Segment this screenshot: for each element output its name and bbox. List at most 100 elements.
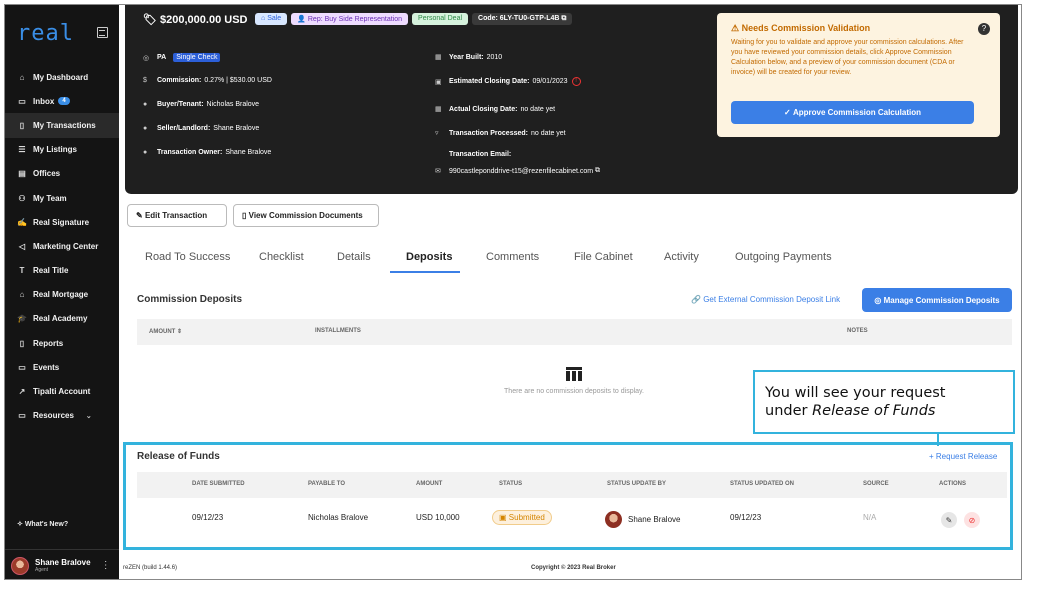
transaction-price: 🏷 $200,000.00 USD: [143, 13, 247, 26]
tab-road-to-success[interactable]: Road To Success: [145, 251, 230, 263]
warning-circle-icon: !: [571, 77, 581, 86]
representation-tag-label: Rep: Buy Side Representation: [307, 16, 403, 23]
transaction-header: 🏷 $200,000.00 USD ⌂ Sale 👤 Rep: Buy Side…: [125, 5, 1018, 194]
email-value[interactable]: 990castleponddrive-t15@rezenfilecabinet.…: [449, 168, 593, 175]
tab-outgoing-payments[interactable]: Outgoing Payments: [735, 251, 832, 263]
transaction-code[interactable]: Code: 6LY-TU0-GTP-L4B ⧉: [472, 13, 573, 25]
cancel-release-button[interactable]: ⊘: [964, 512, 980, 528]
help-icon[interactable]: ?: [978, 23, 990, 35]
est-closing-row: ▣ Estimated Closing Date: 09/01/2023!: [435, 77, 581, 86]
tab-file-cabinet[interactable]: File Cabinet: [574, 251, 633, 263]
sidebar-item-resources[interactable]: ▭ Resources ⌄: [5, 404, 119, 428]
status-label: Submitted: [508, 513, 545, 522]
sort-icon[interactable]: ⇕: [177, 329, 182, 335]
sidebar-item-label: My Dashboard: [33, 72, 89, 82]
sidebar: real ⌂ My Dashboard ▭ Inbox 4 ▯ My Transacti…: [5, 5, 119, 579]
sidebar-item-real-mortgage[interactable]: ⌂ Real Mortgage: [5, 283, 119, 307]
sidebar-item-real-title[interactable]: T Real Title: [5, 259, 119, 283]
processed-label: Transaction Processed:: [449, 129, 528, 137]
validation-title: ⚠ Needs Commission Validation: [731, 23, 871, 33]
offices-icon: ▤: [18, 169, 26, 179]
email-row: ✉ 990castleponddrive-t15@rezenfilecabinet…: [435, 167, 600, 175]
sidebar-item-real-academy[interactable]: 🎓 Real Academy: [5, 307, 119, 331]
reports-icon: ▯: [19, 338, 25, 348]
sidebar-collapse-icon[interactable]: [97, 27, 108, 38]
amount-cell: USD 10,000: [416, 513, 460, 522]
tab-checklist[interactable]: Checklist: [259, 251, 304, 263]
tab-details[interactable]: Details: [337, 251, 371, 263]
sidebar-item-label: Offices: [33, 169, 61, 179]
buyer-row: ● Buyer/Tenant: Nicholas Bralove: [143, 101, 259, 108]
calendar-icon: ▦: [435, 106, 442, 113]
location-icon: ◎: [143, 54, 150, 62]
listings-icon: ☰: [18, 145, 26, 155]
closing-icon: ▣: [435, 78, 442, 86]
edit-transaction-button[interactable]: ✎ Edit Transaction: [127, 204, 227, 227]
approve-button-label: Approve Commission Calculation: [792, 108, 921, 117]
copy-icon[interactable]: ⧉: [561, 15, 566, 22]
sidebar-item-my-team[interactable]: ⚇ My Team: [5, 186, 119, 210]
year-built-label: Year Built:: [449, 53, 484, 61]
avatar: [605, 511, 622, 528]
whats-new-label: What's New?: [24, 521, 69, 528]
seller-label: Seller/Landlord:: [157, 125, 211, 132]
sidebar-item-tipalti-account[interactable]: ↗ Tipalti Account: [5, 379, 119, 403]
active-tab-indicator: [390, 271, 460, 273]
sidebar-item-inbox[interactable]: ▭ Inbox 4: [5, 89, 119, 113]
sidebar-item-events[interactable]: ▭ Events: [5, 355, 119, 379]
validation-title-label: Needs Commission Validation: [741, 23, 871, 33]
transactions-icon: ▯: [19, 120, 25, 130]
whats-new-link[interactable]: ✧ What's New?: [17, 520, 68, 528]
amount-column-header: AMOUNT: [416, 481, 443, 487]
sidebar-item-label: Tipalti Account: [33, 387, 91, 397]
sidebar-item-offices[interactable]: ▤ Offices: [5, 162, 119, 186]
chevron-down-icon: ⌄: [85, 412, 92, 420]
transaction-tabs: Road To Success Checklist Details Deposi…: [119, 245, 1021, 273]
copyright: Copyright © 2023 Real Broker: [531, 565, 616, 571]
seller-value: Shane Bralove: [213, 125, 260, 132]
personal-deal-tag-label: Personal Deal: [418, 15, 463, 22]
payable-to-column-header: PAYABLE TO: [308, 481, 346, 487]
buyer-label: Buyer/Tenant:: [157, 101, 204, 108]
sidebar-item-label: Marketing Center: [33, 241, 99, 251]
edit-release-button[interactable]: ✎: [941, 512, 957, 528]
tab-comments[interactable]: Comments: [486, 251, 539, 263]
manage-commission-deposits-button[interactable]: ◎ Manage Commission Deposits: [862, 288, 1012, 312]
calendar-icon: ▦: [435, 54, 442, 61]
inbox-count-badge: 4: [58, 97, 70, 106]
sidebar-item-label: My Listings: [33, 145, 78, 155]
title-icon: T: [19, 266, 25, 276]
view-commission-docs-button[interactable]: ▯ View Commission Documents: [233, 204, 379, 227]
user-profile[interactable]: Shane Bralove Agent ⋮: [5, 549, 119, 579]
sidebar-item-label: Resources: [33, 411, 74, 421]
sidebar-item-reports[interactable]: ▯ Reports: [5, 331, 119, 355]
sidebar-item-marketing-center[interactable]: ◁ Marketing Center: [5, 234, 119, 258]
sale-tag-label: Sale: [267, 15, 282, 22]
request-release-link[interactable]: + Request Release: [929, 452, 997, 461]
amount-column-header[interactable]: AMOUNT ⇕: [149, 328, 182, 335]
copy-icon[interactable]: ⧉: [595, 167, 600, 175]
tab-deposits[interactable]: Deposits: [406, 251, 452, 263]
sidebar-item-my-listings[interactable]: ☰ My Listings: [5, 138, 119, 162]
main-content: 🏷 $200,000.00 USD ⌂ Sale 👤 Rep: Buy Side…: [119, 5, 1021, 579]
bank-icon: ⌂: [19, 290, 25, 300]
status-update-by-column-header: STATUS UPDATE BY: [607, 481, 667, 487]
external-deposit-link[interactable]: 🔗 Get External Commission Deposit Link: [691, 295, 840, 304]
real-logo[interactable]: real: [17, 21, 74, 46]
sidebar-item-my-transactions[interactable]: ▯ My Transactions: [5, 113, 119, 138]
approve-commission-button[interactable]: ✓ Approve Commission Calculation: [731, 101, 974, 124]
sidebar-item-my-dashboard[interactable]: ⌂ My Dashboard: [5, 65, 119, 89]
release-table-header: DATE SUBMITTED PAYABLE TO AMOUNT STATUS …: [137, 472, 1007, 498]
external-deposit-link-label: Get External Commission Deposit Link: [703, 295, 841, 304]
transaction-code-label: Code: 6LY-TU0-GTP-L4B: [478, 15, 560, 22]
price-value: $200,000.00 USD: [160, 14, 248, 26]
avatar: [11, 556, 29, 575]
status-update-by-cell: Shane Bralove: [628, 515, 681, 524]
source-column-header: SOURCE: [863, 481, 889, 487]
sidebar-item-real-signature[interactable]: ✍ Real Signature: [5, 210, 119, 234]
more-vertical-icon[interactable]: ⋮: [101, 560, 111, 571]
tab-activity[interactable]: Activity: [664, 251, 699, 263]
annotation-callout: You will see your request under Release …: [753, 370, 1015, 434]
team-icon: ⚇: [18, 193, 26, 203]
sidebar-item-label: Events: [33, 362, 60, 372]
